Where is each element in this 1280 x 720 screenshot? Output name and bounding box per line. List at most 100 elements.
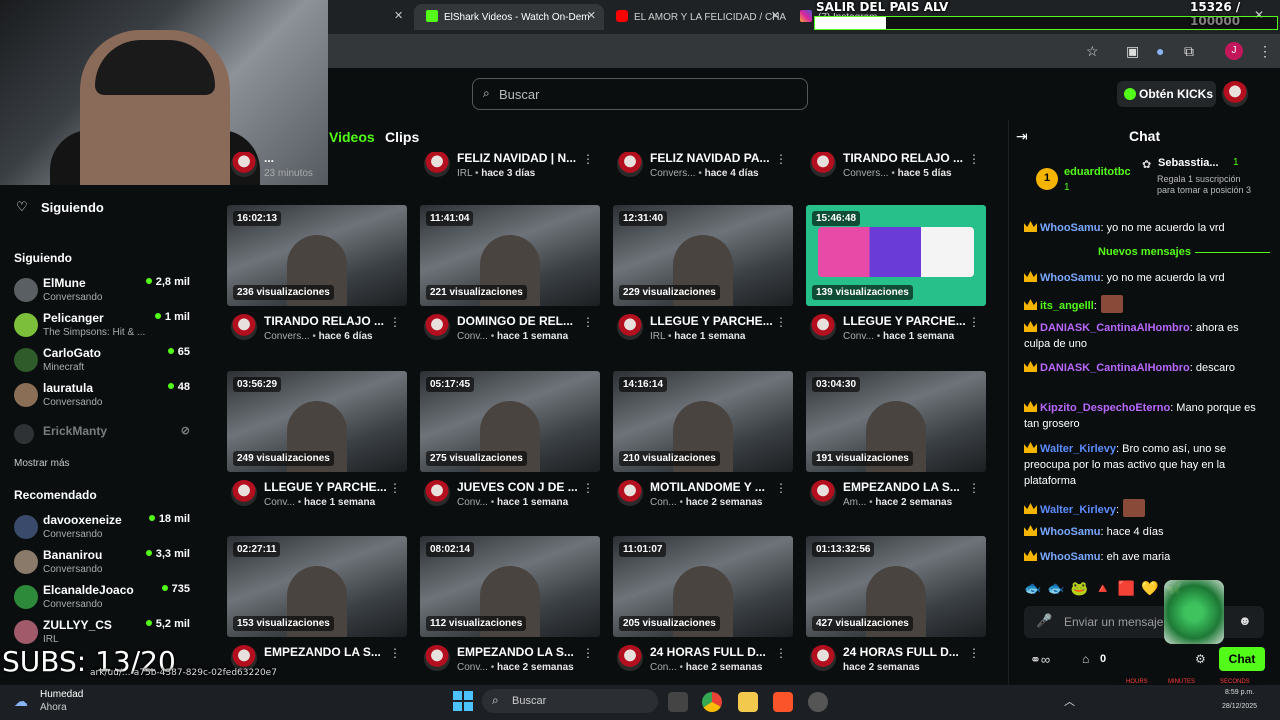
video-thumbnail[interactable]: 14:16:14 210 visualizaciones xyxy=(613,371,793,472)
search-input[interactable]: ⌕ Buscar xyxy=(472,78,808,110)
puzzle-icon[interactable]: ⧉ xyxy=(1184,43,1194,60)
settings-icon[interactable]: ⚙ xyxy=(1195,652,1206,666)
more-options-icon[interactable]: ⋮ xyxy=(582,315,594,329)
more-options-icon[interactable]: ⋮ xyxy=(389,315,401,329)
video-card[interactable]: ... 23 minutos xyxy=(227,152,407,202)
more-options-icon[interactable]: ⋮ xyxy=(582,481,594,495)
video-card[interactable]: 16:02:13 236 visualizaciones TIRANDO RELAJ… xyxy=(227,205,407,365)
more-options-icon[interactable]: ⋮ xyxy=(775,315,787,329)
video-thumbnail[interactable]: 02:27:11 153 visualizaciones xyxy=(227,536,407,637)
gift-box-icon[interactable]: ⌂ xyxy=(1082,652,1089,666)
brave-icon[interactable] xyxy=(773,692,793,712)
video-thumbnail[interactable]: 03:56:29 249 visualizaciones xyxy=(227,371,407,472)
video-thumbnail[interactable]: 05:17:45 275 visualizaciones xyxy=(420,371,600,472)
video-card[interactable]: 12:31:40 229 visualizaciones LLEGUE Y PARC… xyxy=(613,205,793,365)
video-card[interactable]: 11:41:04 221 visualizaciones DOMINGO DE RE… xyxy=(420,205,600,365)
tab-videos[interactable]: Videos xyxy=(329,129,375,145)
taskbar-search[interactable]: ⌕ Buscar xyxy=(482,689,658,713)
video-card[interactable]: 02:27:11 153 visualizaciones EMPEZANDO LA … xyxy=(227,536,407,682)
video-thumbnail[interactable]: 08:02:14 112 visualizaciones xyxy=(420,536,600,637)
microphone-icon[interactable]: 🎤 xyxy=(1036,613,1052,629)
following-header[interactable]: Siguiendo xyxy=(41,200,104,215)
chat-username[interactable]: WhooSamu xyxy=(1040,222,1101,234)
chat-username[interactable]: Kipzito_DespechoEterno xyxy=(1040,402,1170,414)
emoji-icon[interactable]: ☻ xyxy=(1238,613,1252,628)
chat-message: Kipzito_DespechoEterno: Mano porque es t… xyxy=(1024,400,1256,432)
video-card[interactable]: FELIZ NAVIDAD PA... Convers... • hace 4 … xyxy=(613,152,793,202)
clock-time[interactable]: 8:59 p.m. xyxy=(1225,689,1254,696)
obs-icon[interactable] xyxy=(808,692,828,712)
sidebar-item-pelicanger[interactable]: Pelicanger The Simpsons: Hit & ... 1 mil xyxy=(14,309,194,343)
sidebar-item-elmune[interactable]: ElMune Conversando 2,8 mil xyxy=(14,274,194,308)
close-icon[interactable]: ✕ xyxy=(394,9,403,22)
video-card[interactable]: TIRANDO RELAJO ... Convers... • hace 5 d… xyxy=(806,152,986,202)
video-duration: 12:31:40 xyxy=(619,211,668,226)
more-options-icon[interactable]: ⋮ xyxy=(775,481,787,495)
video-card[interactable]: FELIZ NAVIDAD | N... IRL • hace 3 días ⋮ xyxy=(420,152,600,202)
video-card[interactable]: 03:56:29 249 visualizaciones LLEGUE Y PARC… xyxy=(227,371,407,531)
more-options-icon[interactable]: ⋮ xyxy=(775,646,787,660)
sidebar-item-elcanaldejoaco[interactable]: ElcanaldeJoaco Conversando 735 xyxy=(14,581,194,615)
more-options-icon[interactable]: ⋮ xyxy=(968,315,980,329)
chat-username[interactable]: its_angelll xyxy=(1040,300,1094,312)
user-avatar[interactable] xyxy=(1222,81,1248,107)
weather-title[interactable]: Humedad xyxy=(40,689,83,700)
close-icon[interactable]: ✕ xyxy=(587,9,596,22)
close-icon[interactable]: ✕ xyxy=(771,9,780,22)
video-thumbnail[interactable]: 15:46:48 139 visualizaciones xyxy=(806,205,986,306)
tray-chevron-icon[interactable]: ︿ xyxy=(1064,693,1075,709)
more-options-icon[interactable]: ⋮ xyxy=(389,646,401,660)
more-options-icon[interactable]: ⋮ xyxy=(968,481,980,495)
video-card[interactable]: 03:04:30 191 visualizaciones EMPEZANDO LA … xyxy=(806,371,986,531)
task-view-icon[interactable] xyxy=(668,692,688,712)
chat-username[interactable]: WhooSamu xyxy=(1040,526,1101,538)
file-explorer-icon[interactable] xyxy=(738,692,758,712)
show-more-link[interactable]: Mostrar más xyxy=(14,458,70,469)
video-card[interactable]: 01:13:32:56 427 visualizaciones 24 HORAS F… xyxy=(806,536,986,682)
star-icon[interactable]: ☆ xyxy=(1086,43,1099,60)
video-thumbnail[interactable]: 11:01:07 205 visualizaciones xyxy=(613,536,793,637)
video-thumbnail[interactable]: 16:02:13 236 visualizaciones xyxy=(227,205,407,306)
more-options-icon[interactable]: ⋮ xyxy=(968,646,980,660)
video-thumbnail[interactable]: 03:04:30 191 visualizaciones xyxy=(806,371,986,472)
video-card[interactable]: 15:46:48 139 visualizaciones LLEGUE Y PARC… xyxy=(806,205,986,365)
menu-dots-icon[interactable]: ⋮ xyxy=(1258,43,1272,60)
sidebar-item-davooxeneize[interactable]: davooxeneize Conversando 18 mil xyxy=(14,511,194,545)
video-thumbnail[interactable]: 11:41:04 221 visualizaciones xyxy=(420,205,600,306)
browser-tab-kick[interactable]: ElShark Videos - Watch On-Dem ✕ xyxy=(414,4,604,30)
chat-username[interactable]: DANIASK_CantinaAlHombro xyxy=(1040,322,1190,334)
tab-clips[interactable]: Clips xyxy=(385,129,419,145)
profile-avatar[interactable]: J xyxy=(1225,42,1243,60)
get-kicks-button[interactable]: Obtén KICKs xyxy=(1117,81,1216,107)
sidebar-item-carlogato[interactable]: CarloGato Minecraft 65 xyxy=(14,344,194,378)
sidebar-item-erickmanty[interactable]: ErickManty ⊘ xyxy=(14,422,194,456)
video-thumbnail[interactable]: 12:31:40 229 visualizaciones xyxy=(613,205,793,306)
chat-input[interactable]: 🎤 Enviar un mensaje ☻ xyxy=(1024,606,1264,638)
more-options-icon[interactable]: ⋮ xyxy=(389,481,401,495)
sidebar-item-lauratula[interactable]: lauratula Conversando 48 xyxy=(14,379,194,413)
chat-username[interactable]: WhooSamu xyxy=(1040,272,1101,284)
browser-tab-youtube[interactable]: EL AMOR Y LA FELICIDAD / CHA ✕ xyxy=(604,4,788,30)
more-options-icon[interactable]: ⋮ xyxy=(582,152,594,166)
video-thumbnail[interactable]: 01:13:32:56 427 visualizaciones xyxy=(806,536,986,637)
send-chat-button[interactable]: Chat xyxy=(1219,647,1265,671)
video-card[interactable]: 05:17:45 275 visualizaciones JUEVES CON J … xyxy=(420,371,600,531)
video-card[interactable]: 14:16:14 210 visualizaciones MOTILANDOME Y… xyxy=(613,371,793,531)
points-icon[interactable]: ⚭∞ xyxy=(1030,652,1050,668)
chat-username[interactable]: DANIASK_CantinaAlHombro xyxy=(1040,362,1190,374)
more-options-icon[interactable]: ⋮ xyxy=(968,152,980,166)
chrome-icon[interactable] xyxy=(702,692,722,712)
more-options-icon[interactable]: ⋮ xyxy=(582,646,594,660)
collapse-chat-icon[interactable]: ⇥ xyxy=(1016,128,1028,145)
extension-icon[interactable]: ▣ xyxy=(1126,43,1139,60)
video-card[interactable]: 11:01:07 205 visualizaciones 24 HORAS FULL… xyxy=(613,536,793,682)
chat-username[interactable]: WhooSamu xyxy=(1040,551,1101,563)
sidebar-item-bananirou[interactable]: Bananirou Conversando 3,3 mil xyxy=(14,546,194,580)
emote-strip[interactable]: 🐟🐟🐸🔺🟥💛🦋 xyxy=(1024,580,1264,602)
windows-start-icon[interactable] xyxy=(453,691,473,711)
chat-username[interactable]: Walter_Kirlevy xyxy=(1040,504,1116,516)
chat-username[interactable]: Walter_Kirlevy xyxy=(1040,443,1116,455)
video-card[interactable]: 08:02:14 112 visualizaciones EMPEZANDO LA … xyxy=(420,536,600,682)
more-options-icon[interactable]: ⋮ xyxy=(775,152,787,166)
extension-icon-2[interactable]: ● xyxy=(1156,43,1164,59)
